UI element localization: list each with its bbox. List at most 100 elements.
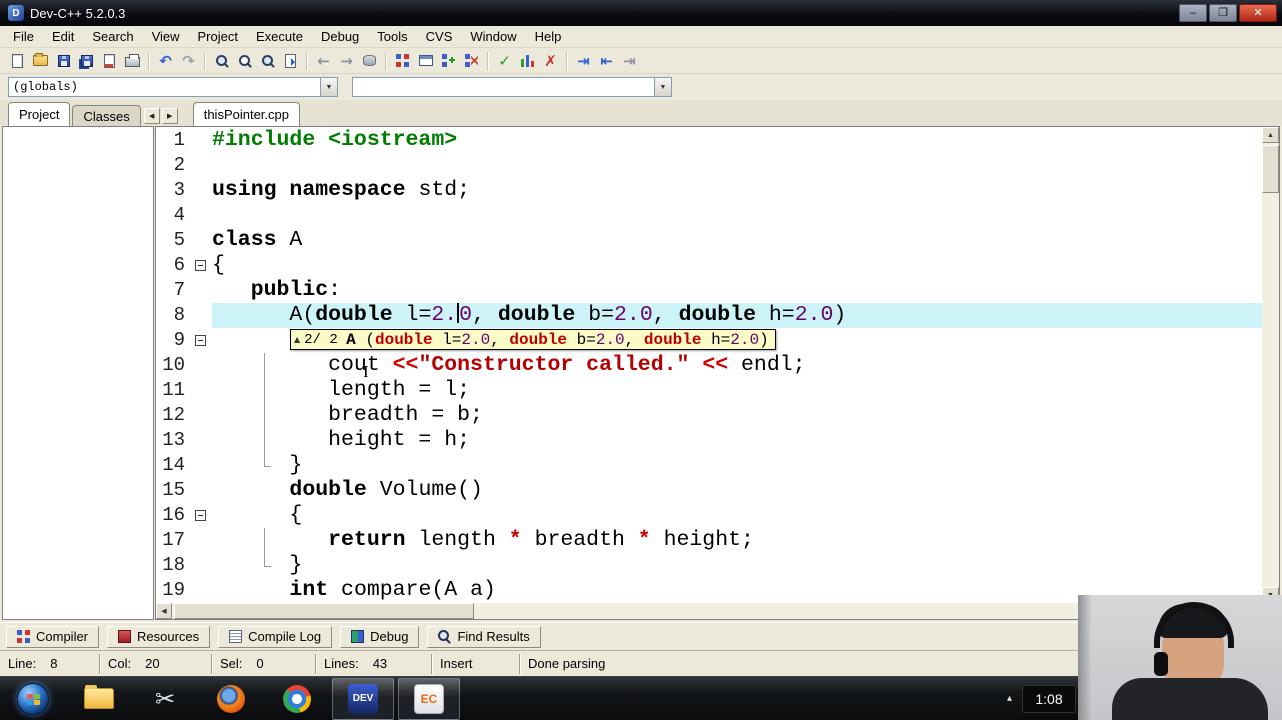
combo-dropdown-icon[interactable]: ▼ — [320, 78, 337, 96]
insert-button[interactable]: ⇥ — [572, 50, 595, 72]
code-area[interactable]: ▲ 2/ 2 A (double l= 2.0, double b= 2.0, dou… — [156, 127, 1262, 603]
code-line-18[interactable]: 18 } — [156, 553, 1262, 578]
fold-margin[interactable] — [188, 328, 212, 353]
code-line-10[interactable]: 10 cout <<"Constructor called." << endl; — [156, 353, 1262, 378]
tab-thispointer-cpp[interactable]: thisPointer.cpp — [192, 102, 300, 126]
panel-tab-compiler[interactable]: Compiler — [6, 625, 100, 648]
code-line-7[interactable]: 7 public: — [156, 278, 1262, 303]
horizontal-scrollbar-thumb[interactable] — [174, 603, 474, 619]
panel-tab-resources[interactable]: Resources — [107, 625, 211, 648]
panel-tab-compile-log[interactable]: Compile Log — [218, 625, 333, 648]
line-number[interactable]: 19 — [156, 578, 188, 603]
toggle-bookmark-button[interactable]: ⇤ — [595, 50, 618, 72]
back-button[interactable]: ← — [312, 50, 335, 72]
globals-combo[interactable]: (globals) ▼ — [8, 77, 338, 97]
menu-tools[interactable]: Tools — [368, 26, 416, 47]
code-line-14[interactable]: 14 } — [156, 453, 1262, 478]
line-number[interactable]: 18 — [156, 553, 188, 578]
combo-dropdown-icon[interactable]: ▼ — [654, 78, 671, 96]
menu-debug[interactable]: Debug — [312, 26, 368, 47]
code-line-12[interactable]: 12 breadth = b; — [156, 403, 1262, 428]
close-file-button[interactable] — [98, 50, 121, 72]
maximize-button[interactable]: ❐ — [1209, 4, 1237, 22]
minimize-button[interactable]: – — [1179, 4, 1207, 22]
replace-button[interactable] — [233, 50, 256, 72]
line-number[interactable]: 13 — [156, 428, 188, 453]
remove-from-project-button[interactable] — [414, 50, 437, 72]
code-line-17[interactable]: 17 return length * breadth * height; — [156, 528, 1262, 553]
line-number[interactable]: 17 — [156, 528, 188, 553]
save-button[interactable] — [52, 50, 75, 72]
find-next-button[interactable] — [256, 50, 279, 72]
code-line-15[interactable]: 15 double Volume() — [156, 478, 1262, 503]
scroll-up-icon[interactable]: ▲ — [1262, 127, 1279, 143]
code-line-3[interactable]: 3 using namespace std; — [156, 178, 1262, 203]
forward-button[interactable]: → — [335, 50, 358, 72]
menu-help[interactable]: Help — [526, 26, 571, 47]
code-line-16[interactable]: 16 { — [156, 503, 1262, 528]
new-file-button[interactable] — [6, 50, 29, 72]
undo-button[interactable]: ↶ — [154, 50, 177, 72]
code-line-8[interactable]: 8 A(double l=2.0, double b=2.0, double h… — [156, 303, 1262, 328]
close-button[interactable]: ✕ — [1239, 4, 1277, 22]
find-button[interactable] — [210, 50, 233, 72]
profile-button[interactable] — [516, 50, 539, 72]
code-line-1[interactable]: 1 #include <iostream> — [156, 128, 1262, 153]
menu-file[interactable]: File — [4, 26, 43, 47]
code-line-4[interactable]: 4 — [156, 203, 1262, 228]
members-combo[interactable]: ▼ — [352, 77, 672, 97]
scroll-left-icon[interactable]: ◀ — [156, 603, 172, 619]
abort-button[interactable]: ✗ — [539, 50, 562, 72]
line-number[interactable]: 16 — [156, 503, 188, 528]
tab-project[interactable]: Project — [8, 102, 71, 126]
encoder-taskbar-button[interactable]: EC — [398, 677, 460, 720]
line-number[interactable]: 14 — [156, 453, 188, 478]
snipping-tool-button[interactable]: ✂ — [134, 678, 196, 720]
vertical-scrollbar-thumb[interactable] — [1262, 145, 1279, 193]
calltip-up-icon[interactable]: ▲ — [294, 335, 300, 344]
goto-bookmark-button[interactable]: ⇥ — [618, 50, 641, 72]
line-number[interactable]: 11 — [156, 378, 188, 403]
goto-line-button[interactable] — [279, 50, 302, 72]
tab-classes[interactable]: Classes — [72, 105, 141, 126]
history-button[interactable] — [358, 50, 381, 72]
menu-search[interactable]: Search — [83, 26, 142, 47]
line-number[interactable]: 6 — [156, 253, 188, 278]
tab-scroll-left-icon[interactable]: ◀ — [143, 108, 160, 124]
line-number[interactable]: 1 — [156, 128, 188, 153]
project-options-button[interactable] — [437, 50, 460, 72]
firefox-button[interactable] — [200, 678, 262, 720]
open-file-button[interactable] — [29, 50, 52, 72]
save-all-button[interactable] — [75, 50, 98, 72]
print-button[interactable] — [121, 50, 144, 72]
line-number[interactable]: 10 — [156, 353, 188, 378]
redo-button[interactable]: ↷ — [177, 50, 200, 72]
syntax-check-button[interactable]: ✓ — [493, 50, 516, 72]
menu-execute[interactable]: Execute — [247, 26, 312, 47]
line-number[interactable]: 3 — [156, 178, 188, 203]
line-number[interactable]: 9 — [156, 328, 188, 353]
add-to-project-button[interactable] — [391, 50, 414, 72]
line-number[interactable]: 4 — [156, 203, 188, 228]
project-browser-panel[interactable] — [2, 126, 154, 620]
vertical-scrollbar[interactable]: ▲ ▼ — [1262, 127, 1279, 603]
fold-margin[interactable] — [188, 253, 212, 278]
fold-margin[interactable] — [188, 503, 212, 528]
tray-expand-icon[interactable]: ▴ — [1007, 693, 1012, 704]
menu-view[interactable]: View — [143, 26, 189, 47]
code-line-13[interactable]: 13 height = h; — [156, 428, 1262, 453]
line-number[interactable]: 15 — [156, 478, 188, 503]
taskbar-clock[interactable]: 1:08 — [1022, 684, 1076, 713]
line-number[interactable]: 7 — [156, 278, 188, 303]
start-button[interactable] — [2, 678, 64, 720]
explorer-button[interactable] — [68, 678, 130, 720]
fold-toggle-icon[interactable] — [194, 510, 206, 521]
close-project-button[interactable] — [460, 50, 483, 72]
fold-toggle-icon[interactable] — [194, 335, 206, 346]
code-line-2[interactable]: 2 — [156, 153, 1262, 178]
menu-edit[interactable]: Edit — [43, 26, 83, 47]
chrome-button[interactable] — [266, 678, 328, 720]
line-number[interactable]: 8 — [156, 303, 188, 328]
line-number[interactable]: 12 — [156, 403, 188, 428]
code-line-11[interactable]: 11 length = l; — [156, 378, 1262, 403]
